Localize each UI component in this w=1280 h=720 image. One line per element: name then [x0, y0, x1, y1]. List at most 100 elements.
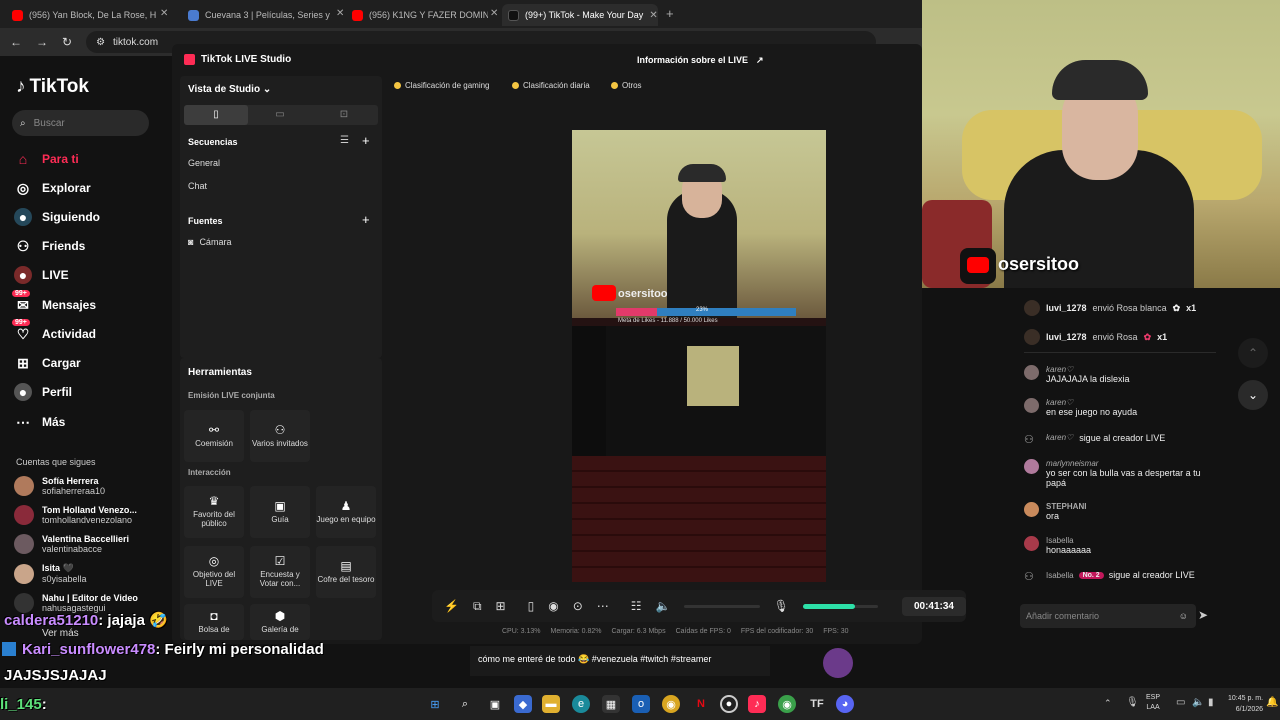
- chrome-icon[interactable]: ◉: [662, 695, 680, 713]
- landscape-layout-icon[interactable]: ▭: [248, 105, 312, 125]
- portrait-layout-icon[interactable]: ▯: [184, 105, 248, 125]
- following-account[interactable]: Isita 🖤 s0yisabella: [14, 563, 87, 584]
- capture-icon[interactable]: ⧉: [473, 599, 482, 614]
- sidebar-item-mas[interactable]: ⋯ Más: [14, 413, 65, 431]
- outlook-icon[interactable]: o: [632, 695, 650, 713]
- app-tf-icon[interactable]: TF: [808, 695, 826, 713]
- sidebar-item-explorar[interactable]: ◎ Explorar: [14, 179, 91, 197]
- gaming-rank-chip[interactable]: Clasificación de gaming: [394, 78, 490, 92]
- see-more-link[interactable]: Ver más: [42, 628, 79, 639]
- more-icon[interactable]: ⋯: [597, 599, 609, 613]
- studio-title-bar: TikTok LIVE Studio: [184, 54, 291, 65]
- notification-icon[interactable]: 🔔: [1266, 697, 1278, 708]
- tab-label: (99+) TikTok - Make Your Day: [525, 10, 644, 20]
- phone-icon[interactable]: ▯: [528, 599, 535, 613]
- sidebar-item-perfil[interactable]: ● Perfil: [14, 383, 72, 401]
- search-input[interactable]: ⌕ Buscar: [12, 110, 149, 136]
- settings-sliders-icon[interactable]: ☷: [631, 599, 642, 613]
- magic-icon[interactable]: ⚡: [444, 599, 459, 613]
- tiktok-logo[interactable]: ♪ TikTok: [16, 76, 89, 98]
- sidebar-item-siguiendo[interactable]: ● Siguiendo: [14, 208, 100, 226]
- sidebar-item-cargar[interactable]: ⊞ Cargar: [14, 354, 81, 372]
- network-icon[interactable]: ▭: [1176, 697, 1185, 708]
- language-indicator[interactable]: ESP LAA: [1146, 693, 1160, 713]
- lang-code: ESP: [1146, 694, 1161, 701]
- others-chip[interactable]: Otros: [611, 78, 642, 92]
- chrome-profile-icon[interactable]: ◉: [778, 695, 796, 713]
- record-icon[interactable]: ◉: [548, 599, 558, 613]
- list-icon[interactable]: ☰: [340, 135, 349, 146]
- sidebar-item-live[interactable]: ● LIVE: [14, 266, 69, 284]
- sidebar-item-mensajes[interactable]: ✉ 99+ Mensajes: [12, 290, 96, 314]
- mic-slider[interactable]: [802, 603, 878, 609]
- studio-view-dropdown[interactable]: Vista de Studio ⌄: [188, 84, 271, 95]
- team-game-button[interactable]: ♟ Juego en equipo: [316, 486, 376, 538]
- scene-item[interactable]: Chat: [188, 181, 207, 191]
- bag-icon: ◘: [210, 608, 218, 623]
- source-item[interactable]: ◙ Cámara: [188, 237, 231, 247]
- following-account[interactable]: Tom Holland Venezo... tomhollandvenezolan…: [14, 505, 137, 525]
- poll-button[interactable]: ☑ Encuesta y Votar con...: [250, 546, 310, 598]
- comment-input[interactable]: Añadir comentario ☺: [1020, 604, 1196, 628]
- other-layout-icon[interactable]: ⊡: [312, 105, 376, 125]
- forward-icon[interactable]: →: [36, 35, 48, 49]
- tiktok-studio-icon[interactable]: ♪: [748, 695, 766, 713]
- following-account[interactable]: Sofía Herrera sofiaherreraa10: [14, 476, 105, 496]
- netflix-icon[interactable]: N: [692, 695, 710, 713]
- stream-icon[interactable]: ⊙: [573, 599, 583, 613]
- battery-icon[interactable]: ▮: [1208, 697, 1214, 708]
- file-explorer-icon[interactable]: ▬: [542, 695, 560, 713]
- scroll-up-button[interactable]: ⌃: [1238, 338, 1268, 368]
- browser-tab[interactable]: Cuevana 3 | Películas, Series y A: [182, 4, 332, 26]
- scene-item[interactable]: General: [188, 158, 220, 168]
- reload-icon[interactable]: ↻: [62, 35, 72, 49]
- browser-tab-active[interactable]: (99+) TikTok - Make Your Day ✕: [502, 4, 658, 26]
- sidebar-item-actividad[interactable]: ♡ 99+ Actividad: [12, 319, 96, 343]
- gallery-button[interactable]: ⬢ Galería de: [250, 604, 310, 640]
- sidebar-item-friends[interactable]: ⚇ Friends: [14, 237, 86, 255]
- obs-icon[interactable]: ●: [720, 695, 738, 713]
- tray-expand-icon[interactable]: ⌃: [1104, 698, 1112, 709]
- discord-icon[interactable]: ◕: [836, 695, 854, 713]
- windows-start-icon[interactable]: ⊞: [426, 695, 444, 713]
- close-icon[interactable]: ✕: [160, 8, 168, 19]
- store-icon[interactable]: ▦: [602, 695, 620, 713]
- favorite-audience-button[interactable]: ♛ Favorito del público: [184, 486, 244, 538]
- volume-slider[interactable]: [684, 604, 760, 608]
- browser-tab[interactable]: (956) Yan Block, De La Rose, Ha: [6, 4, 156, 26]
- treasure-chest-button[interactable]: ▤ Cofre del tesoro: [316, 546, 376, 598]
- mic-icon[interactable]: 🎙: [774, 599, 789, 613]
- multi-guest-button[interactable]: ⚇ Varios invitados: [250, 410, 310, 462]
- new-tab-button[interactable]: +: [666, 6, 674, 21]
- following-account[interactable]: Valentina Baccellieri valentinabacce: [14, 534, 129, 554]
- back-icon[interactable]: ←: [10, 35, 22, 49]
- tiktok-sidebar: ♪ TikTok ⌕ Buscar ⌂ Para ti ◎ Explorar ● Sigu…: [0, 56, 172, 688]
- close-icon[interactable]: ✕: [336, 8, 344, 19]
- site-info-icon[interactable]: ⚙: [96, 37, 105, 48]
- add-scene-icon[interactable]: +: [362, 133, 370, 148]
- bag-button[interactable]: ◘ Bolsa de: [184, 604, 244, 640]
- guide-button[interactable]: ▣ Guía: [250, 486, 310, 538]
- speaker-icon[interactable]: 🔈: [1192, 697, 1204, 708]
- emoji-icon[interactable]: ☺: [1179, 611, 1188, 621]
- mic-tray-icon[interactable]: 🎙: [1126, 697, 1139, 708]
- browser-tab[interactable]: (956) K1NG Y FAZER DOMINAN: [346, 4, 488, 26]
- sidebar-item-para-ti[interactable]: ⌂ Para ti: [14, 150, 79, 168]
- live-goal-button[interactable]: ◎ Objetivo del LIVE: [184, 546, 244, 598]
- search-icon[interactable]: ⌕: [456, 695, 474, 713]
- volume-icon[interactable]: 🔈: [656, 599, 671, 613]
- task-view-icon[interactable]: ▣: [486, 695, 504, 713]
- close-icon[interactable]: ✕: [649, 10, 657, 21]
- daily-rank-chip[interactable]: Clasificación diaria: [512, 78, 590, 92]
- live-info-link[interactable]: Información sobre el LIVE ↗: [637, 55, 764, 66]
- following-account[interactable]: Nahu | Editor de Video nahusagastegui: [14, 593, 138, 613]
- close-icon[interactable]: ✕: [490, 8, 498, 19]
- send-icon[interactable]: ➤: [1198, 608, 1208, 622]
- edge-icon[interactable]: e: [572, 695, 590, 713]
- effects-icon[interactable]: ⊞: [496, 599, 506, 613]
- add-source-icon[interactable]: +: [362, 212, 370, 227]
- scroll-down-button[interactable]: ⌄: [1238, 380, 1268, 410]
- cohost-button[interactable]: ⚯ Coemisión: [184, 410, 244, 462]
- copilot-icon[interactable]: ◆: [514, 695, 532, 713]
- clock[interactable]: 10:45 p. m. 6/1/2026: [1228, 693, 1263, 715]
